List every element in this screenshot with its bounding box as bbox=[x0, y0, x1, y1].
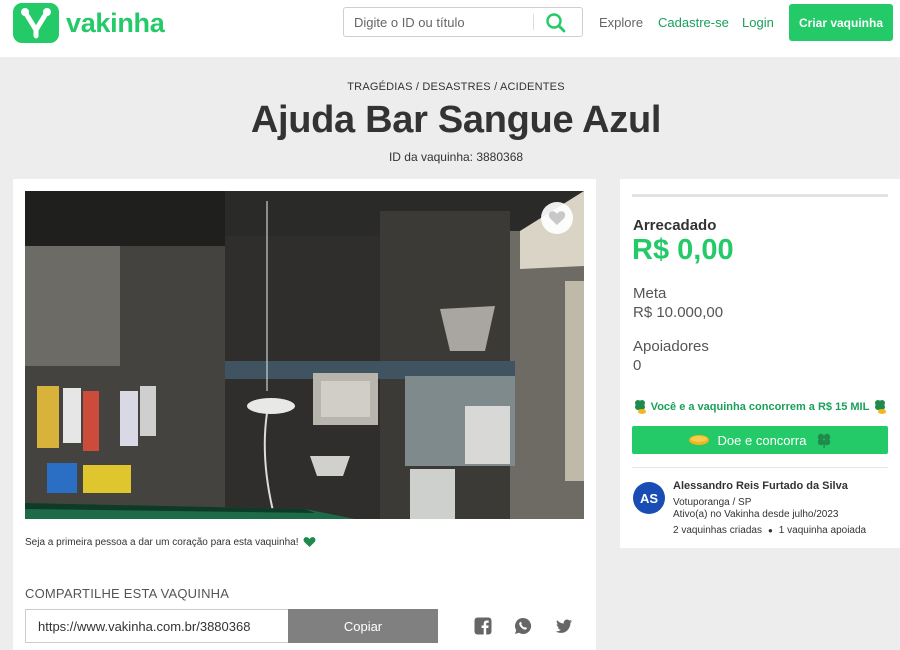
donation-summary-card: Arrecadado R$ 0,00 Meta R$ 10.000,00 Apo… bbox=[620, 179, 900, 548]
backers-label: Apoiadores bbox=[633, 338, 709, 355]
facebook-icon[interactable] bbox=[474, 617, 492, 635]
nav-explore-link[interactable]: Explore bbox=[599, 15, 643, 30]
owner-created-count: 2 vaquinhas criadas bbox=[673, 525, 762, 536]
promo-banner: Você e a vaquinha concorrem a R$ 15 MIL bbox=[632, 397, 888, 417]
category-breadcrumb[interactable]: TRAGÉDIAS / DESASTRES / ACIDENTES bbox=[0, 81, 900, 93]
donate-button-label: Doe e concorra bbox=[717, 432, 807, 448]
owner-active-since: Ativo(a) no Vakinha desde julho/2023 bbox=[673, 509, 839, 520]
first-heart-message: Seja a primeira pessoa a dar um coração … bbox=[25, 536, 316, 548]
bullet-separator: ● bbox=[767, 526, 773, 535]
clover-icon bbox=[635, 400, 646, 414]
search-box bbox=[343, 7, 583, 37]
first-heart-text: Seja a primeira pessoa a dar um coração … bbox=[25, 536, 299, 548]
page-title: Ajuda Bar Sangue Azul bbox=[250, 99, 662, 141]
vakinha-logo[interactable]: vakinha bbox=[13, 3, 165, 43]
clover-icon bbox=[818, 433, 831, 448]
donate-button[interactable]: Doe e concorra bbox=[632, 426, 888, 454]
goal-label: Meta bbox=[633, 285, 667, 302]
logo-text: vakinha bbox=[66, 7, 165, 38]
twitter-icon[interactable] bbox=[555, 617, 573, 635]
create-campaign-button[interactable]: Criar vaquinha bbox=[789, 4, 893, 41]
campaign-id: ID da vaquinha: 3880368 bbox=[388, 150, 524, 164]
owner-location: Votuporanga / SP bbox=[673, 497, 752, 508]
raised-label: Arrecadado bbox=[633, 217, 717, 234]
clover-icon bbox=[875, 400, 886, 414]
owner-name[interactable]: Alessandro Reis Furtado da Silva bbox=[673, 480, 848, 492]
coin-icon bbox=[688, 435, 709, 445]
raised-amount: R$ 0,00 bbox=[632, 234, 734, 266]
logo-mark-icon bbox=[13, 3, 59, 43]
card-divider bbox=[632, 467, 888, 468]
nav-signup-link[interactable]: Cadastre-se bbox=[658, 15, 729, 30]
promo-text: Você e a vaquinha concorrem a R$ 15 MIL bbox=[650, 401, 870, 413]
campaign-photo bbox=[25, 191, 584, 519]
share-title: COMPARTILHE ESTA VAQUINHA bbox=[25, 586, 230, 601]
search-input[interactable] bbox=[345, 9, 531, 35]
campaign-main-card: Seja a primeira pessoa a dar um coração … bbox=[13, 179, 596, 650]
search-icon[interactable] bbox=[544, 12, 568, 34]
owner-supported-count: 1 vaquinha apoiada bbox=[778, 525, 867, 536]
backers-count: 0 bbox=[633, 357, 642, 374]
nav-login-link[interactable]: Login bbox=[742, 15, 774, 30]
green-heart-icon bbox=[303, 537, 315, 548]
site-header: vakinha Explore Cadastre-se Login Criar … bbox=[0, 0, 900, 57]
goal-amount: R$ 10.000,00 bbox=[633, 304, 724, 321]
share-url-field[interactable] bbox=[25, 609, 288, 643]
whatsapp-icon[interactable] bbox=[514, 617, 532, 635]
progress-bar bbox=[632, 194, 888, 197]
owner-stats: 2 vaquinhas criadas ● 1 vaquinha apoiada bbox=[673, 525, 866, 536]
copy-url-button[interactable]: Copiar bbox=[288, 609, 438, 643]
search-divider bbox=[533, 14, 534, 30]
avatar[interactable]: AS bbox=[633, 482, 665, 514]
favorite-heart-button[interactable] bbox=[541, 202, 573, 234]
heart-icon bbox=[548, 211, 566, 225]
